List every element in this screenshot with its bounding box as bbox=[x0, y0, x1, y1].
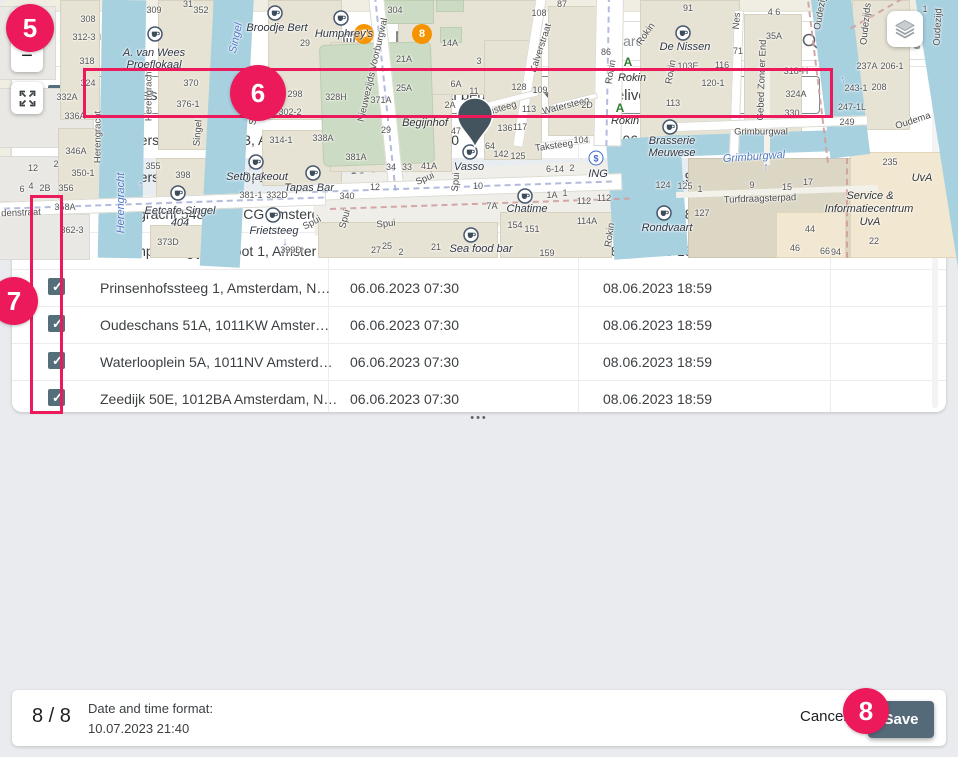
cancel-button[interactable]: Cancel bbox=[800, 708, 847, 725]
column-label: Delivery interval beginni… bbox=[350, 87, 524, 104]
address-cell: Waterlooplein 5A, 1011NV Amsterd… bbox=[100, 354, 350, 370]
table-row[interactable]: Reguliersdwarsstraat 33, Amsterda…06.06.… bbox=[12, 122, 946, 159]
search-box bbox=[591, 21, 831, 61]
records-panel: Settings 8 8 bbox=[12, 12, 946, 412]
toolbar: Settings 8 8 bbox=[12, 12, 946, 67]
begin-cell: 06.06.2023 07:30 bbox=[350, 317, 603, 333]
begin-cell: 06.06.2023 07:30 bbox=[350, 391, 603, 407]
table-body: Reguliersdwarsstraat 33, Amsterda…06.06.… bbox=[12, 122, 946, 418]
add-record-button[interactable] bbox=[159, 20, 199, 60]
annotation-step-5: 5 bbox=[6, 4, 54, 52]
vertical-scrollbar[interactable] bbox=[932, 72, 938, 408]
table-row[interactable]: Herengracht 548, 1017CG Amsterd…06.06.20… bbox=[12, 196, 946, 233]
undo-button[interactable] bbox=[272, 20, 312, 60]
chevron-down-icon bbox=[543, 92, 553, 98]
add-column-button[interactable] bbox=[215, 20, 255, 60]
row-checkbox[interactable] bbox=[48, 241, 65, 258]
end-cell: 08.06.2023 18:59 bbox=[603, 354, 946, 370]
chevron-down-icon bbox=[795, 92, 805, 98]
address-cell: Gedempte Begijnensloot 1, Amster… bbox=[100, 243, 350, 259]
row-checkbox[interactable] bbox=[48, 315, 65, 332]
select-all-checkbox[interactable] bbox=[48, 85, 65, 102]
row-checkbox-cell bbox=[12, 130, 100, 150]
app-window: Settings 8 8 bbox=[0, 0, 958, 757]
table-row[interactable]: Gedempte Begijnensloot 1, Amster…06.06.2… bbox=[12, 233, 946, 270]
splitter-handle[interactable]: ••• bbox=[0, 410, 958, 425]
end-cell: 08.06.2023 18:59 bbox=[603, 206, 946, 222]
begin-cell: 06.06.2023 07:30 bbox=[350, 169, 603, 185]
row-checkbox[interactable] bbox=[48, 389, 65, 406]
splitter-dots: ••• bbox=[470, 412, 488, 424]
address-cell: Prinsenhofssteeg 1, Amsterdam, N… bbox=[100, 280, 350, 296]
settings-label: Settings bbox=[63, 27, 117, 44]
begin-cell: 06.06.2023 07:30 bbox=[350, 243, 603, 259]
search-input[interactable] bbox=[592, 33, 800, 49]
address-cell: Reguliersdwarsstraat 20, 1017BM … bbox=[100, 169, 350, 185]
save-badge: 8 bbox=[412, 24, 432, 44]
row-checkbox-cell bbox=[12, 241, 100, 261]
table-row[interactable]: Waterlooplein 5A, 1011NV Amsterd…06.06.2… bbox=[12, 344, 946, 381]
map-house-number: 87 bbox=[557, 0, 567, 9]
end-cell: 08.06.2023 19:00 bbox=[603, 132, 946, 148]
map-house-number: 31 bbox=[183, 0, 193, 9]
toolbar-divider-2 bbox=[843, 18, 844, 60]
row-checkbox-cell bbox=[12, 352, 100, 372]
end-cell: 08.06.2023 18:59 bbox=[603, 243, 946, 259]
row-checkbox-cell bbox=[12, 167, 100, 187]
datetime-format-value: 10.07.2023 21:40 bbox=[88, 719, 213, 739]
begin-cell: 06.06.2023 07:30 bbox=[350, 206, 603, 222]
annotation-step-6: 6 bbox=[230, 65, 286, 121]
end-cell: 08.06.2023 18:59 bbox=[603, 280, 946, 296]
column-label: Address bbox=[110, 87, 165, 104]
table-row[interactable]: Reguliersdwarsstraat 20, 1017BM …06.06.2… bbox=[12, 159, 946, 196]
table-row[interactable]: Oudeschans 51A, 1011KW Amster…06.06.2023… bbox=[12, 307, 946, 344]
column-selector-end[interactable]: Delivery interval end bbox=[590, 76, 820, 114]
map-layers-button[interactable] bbox=[887, 11, 923, 47]
row-checkbox[interactable] bbox=[48, 204, 65, 221]
begin-cell: 06.06.2023 07:30 bbox=[350, 354, 603, 370]
row-checkbox-cell bbox=[12, 204, 100, 224]
column-selector-begin[interactable]: Delivery interval beginni… bbox=[335, 76, 568, 114]
footer-bar: 8 / 8 Date and time format: 10.07.2023 2… bbox=[12, 690, 946, 746]
annotation-step-8: 8 bbox=[843, 688, 889, 734]
search-icon bbox=[800, 31, 820, 51]
address-cell: Herengracht 548, 1017CG Amsterd… bbox=[100, 206, 350, 222]
end-cell: 08.06.2023 18:59 bbox=[603, 317, 946, 333]
row-checkbox[interactable] bbox=[48, 167, 65, 184]
fullscreen-button[interactable] bbox=[11, 82, 43, 114]
table-row[interactable]: Prinsenhofssteeg 1, Amsterdam, N…06.06.2… bbox=[12, 270, 946, 307]
row-checkbox[interactable] bbox=[48, 130, 65, 147]
row-checkbox-cell bbox=[12, 389, 100, 409]
address-cell: Oudeschans 51A, 1011KW Amster… bbox=[100, 317, 350, 333]
column-label: Delivery interval end bbox=[605, 87, 741, 104]
end-cell: 08.06.2023 19:00 bbox=[603, 169, 946, 185]
selected-count: 8 / 8 bbox=[32, 705, 71, 728]
datetime-format: Date and time format: 10.07.2023 21:40 bbox=[88, 699, 213, 739]
toolbar-divider bbox=[142, 18, 143, 60]
address-cell: Reguliersdwarsstraat 33, Amsterda… bbox=[100, 132, 350, 148]
row-checkbox[interactable] bbox=[48, 352, 65, 369]
chevron-down-icon bbox=[293, 92, 303, 98]
end-cell: 08.06.2023 18:59 bbox=[603, 391, 946, 407]
row-checkbox[interactable] bbox=[48, 278, 65, 295]
table-header: Address Delivery interval beginni… Deliv… bbox=[12, 66, 946, 122]
address-cell: Zeedijk 50E, 1012BA Amsterdam, N… bbox=[100, 391, 350, 407]
begin-cell: 06.06.2023 07:30 bbox=[350, 280, 603, 296]
begin-cell: 06.06.2023 07:30 bbox=[350, 132, 603, 148]
datetime-format-label: Date and time format: bbox=[88, 699, 213, 719]
delete-badge: 8 bbox=[354, 24, 374, 44]
